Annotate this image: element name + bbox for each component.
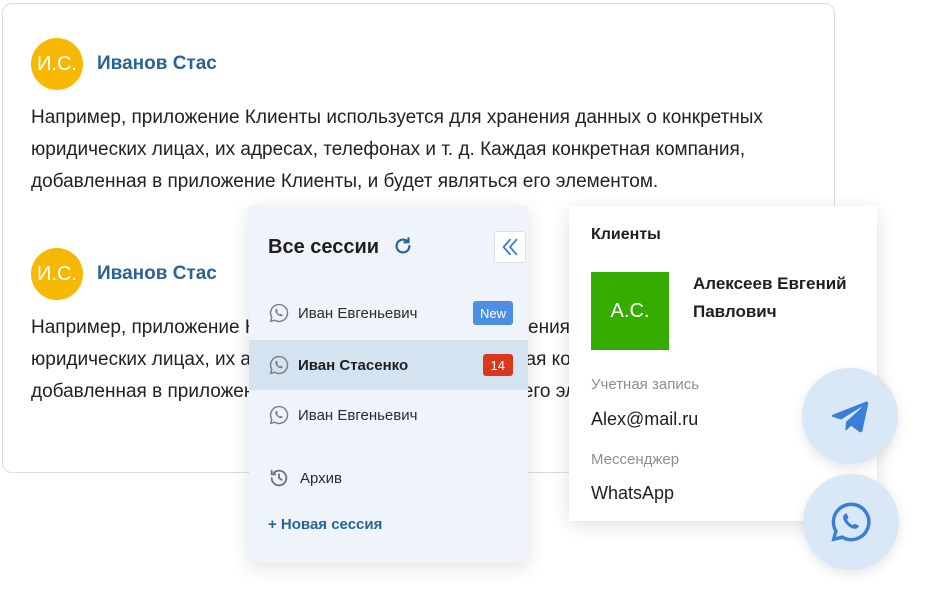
client-card: Клиенты А.С. Алексеев Евгений Павлович У… <box>569 206 877 521</box>
whatsapp-icon <box>831 502 871 542</box>
new-badge: New <box>472 301 513 325</box>
message-text: Например, приложение Клиенты используетс… <box>31 102 821 198</box>
whatsapp-icon <box>269 405 289 425</box>
author-name[interactable]: Иванов Стас <box>97 263 217 285</box>
account-value: Alex@mail.ru <box>591 409 699 429</box>
messenger-label: Мессенджер <box>591 451 680 468</box>
account-label: Учетная запись <box>591 376 700 393</box>
session-name: Иван Евгеньевич <box>298 304 418 322</box>
sessions-panel: Все сессии Иван Евгеньевич New Иван Стас… <box>249 206 528 563</box>
whatsapp-icon <box>269 355 289 375</box>
session-name: Иван Стасенко <box>298 356 409 374</box>
whatsapp-button[interactable] <box>803 474 899 570</box>
archive-label: Архив <box>300 469 343 487</box>
sessions-title: Все сессии <box>268 236 380 258</box>
new-session-link[interactable]: + Новая сессия <box>268 516 382 533</box>
messenger-value: WhatsApp <box>591 483 675 503</box>
session-name: Иван Евгеньевич <box>298 406 418 424</box>
client-avatar: А.С. <box>591 272 669 350</box>
message-line: добавленная в приложение Клиенты, и буде… <box>31 171 659 192</box>
message-line: юридических лицах, их адресах, телефонах… <box>31 139 746 160</box>
double-chevron-left-icon <box>502 238 518 256</box>
session-item[interactable]: Иван Евгеньевич New <box>249 288 528 338</box>
chat-message: И.С. Иванов Стас Например, приложение Кл… <box>31 38 821 198</box>
message-line: Например, приложение Клиенты используетс… <box>31 107 763 128</box>
author-avatar: И.С. <box>31 248 83 300</box>
archive-link[interactable]: Архив <box>268 467 342 489</box>
author-avatar: И.С. <box>31 38 83 90</box>
collapse-button[interactable] <box>494 231 526 263</box>
refresh-icon[interactable] <box>392 235 414 257</box>
client-name: Алексеев Евгений Павлович <box>693 274 847 321</box>
unread-count-badge: 14 <box>482 354 513 376</box>
telegram-button[interactable] <box>802 368 898 464</box>
session-item[interactable]: Иван Евгеньевич <box>249 390 528 440</box>
whatsapp-icon <box>269 303 289 323</box>
client-card-title: Клиенты <box>591 226 661 243</box>
author-name[interactable]: Иванов Стас <box>97 53 217 75</box>
telegram-icon <box>831 401 869 433</box>
session-item-active[interactable]: Иван Стасенко 14 <box>249 340 528 390</box>
history-icon <box>270 469 288 487</box>
